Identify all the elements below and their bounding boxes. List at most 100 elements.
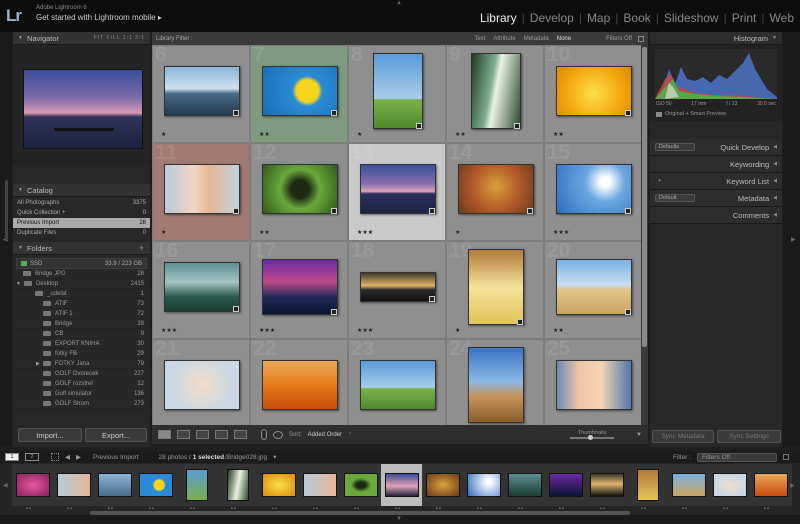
sort-direction-icon[interactable] — [273, 430, 283, 439]
section-preset-select[interactable]: Defaults — [655, 143, 695, 151]
edited-badge-icon[interactable] — [527, 208, 533, 214]
photo-thumbnail[interactable] — [556, 259, 632, 315]
bottom-panel-toggle-icon[interactable]: ▼ — [396, 516, 402, 522]
section-preset-select[interactable]: Default — [655, 194, 695, 202]
module-develop[interactable]: Develop — [530, 11, 574, 25]
lock-icon[interactable] — [638, 35, 644, 42]
star-rating[interactable]: ★ — [161, 229, 166, 236]
filter-status[interactable]: Filters Off — [606, 36, 632, 42]
folder-item[interactable]: Bridge 28 — [13, 319, 150, 329]
filmstrip-thumbnail[interactable]: • • — [340, 464, 382, 512]
filmstrip-right-arrow-icon[interactable]: ▶ — [790, 482, 795, 489]
edited-badge-icon[interactable] — [625, 110, 631, 116]
folder-item[interactable]: GOLF rozstrel 12 — [13, 379, 150, 389]
section-comments[interactable]: Comments ◀ — [650, 207, 782, 224]
module-book[interactable]: Book — [623, 11, 650, 25]
edited-badge-icon[interactable] — [331, 110, 337, 116]
grid-cell[interactable]: 21 — [152, 339, 250, 437]
preview-status[interactable]: Original + Smart Preview — [656, 111, 726, 117]
filmstrip-thumbnail[interactable]: • • — [381, 464, 423, 512]
module-map[interactable]: Map — [587, 11, 610, 25]
right-panel-toggle-icon[interactable]: ▶ — [791, 236, 796, 243]
grid-cell[interactable]: 17 ★★★ — [250, 241, 348, 339]
folder-item[interactable]: ▶ FOTKY Jana 79 — [13, 359, 150, 369]
filmstrip-thumbnail[interactable]: • • — [627, 464, 669, 512]
edited-badge-icon[interactable] — [429, 296, 435, 302]
folder-item[interactable]: EXPORT KNIHA 30 — [13, 339, 150, 349]
star-rating[interactable]: ★★★ — [259, 327, 275, 334]
edited-badge-icon[interactable] — [233, 110, 239, 116]
folder-item[interactable]: _udelat 1 — [13, 289, 150, 299]
photo-thumbnail[interactable] — [471, 53, 521, 129]
people-view-icon[interactable] — [234, 430, 247, 439]
spray-can-icon[interactable] — [261, 429, 267, 440]
photo-thumbnail[interactable] — [262, 360, 338, 410]
photo-thumbnail[interactable] — [360, 272, 436, 302]
filmstrip-thumbnail[interactable]: • • — [504, 464, 546, 512]
export-button[interactable]: Export... — [85, 428, 147, 442]
loupe-view-icon[interactable] — [177, 430, 190, 439]
filmstrip-thumbnail[interactable]: • • — [586, 464, 628, 512]
star-rating[interactable]: ★ — [455, 327, 460, 334]
sync-settings-button[interactable]: Sync Settings — [717, 430, 781, 443]
filmstrip-left-arrow-icon[interactable]: ◀ — [3, 482, 8, 489]
filmstrip-thumbnail[interactable]: • • — [709, 464, 751, 512]
edited-badge-icon[interactable] — [514, 123, 520, 129]
catalog-item[interactable]: Duplicate Files 0 — [13, 228, 150, 238]
photo-thumbnail[interactable] — [164, 164, 240, 214]
navigator-zoom-options[interactable]: FIT FILL 1:1 3:1 — [94, 35, 145, 41]
grid-cell[interactable]: 11 ★ — [152, 143, 250, 241]
module-slideshow[interactable]: Slideshow — [664, 11, 719, 25]
grid-cell[interactable]: 23 — [348, 339, 446, 437]
catalog-item[interactable]: Quick Collection + 0 — [13, 208, 150, 218]
folders-header[interactable]: ▼ Folders + — [13, 242, 150, 255]
folder-item[interactable]: Bridge JPG 28 — [13, 269, 150, 279]
filter-tab-metadata[interactable]: Metadata — [524, 36, 549, 42]
folder-item[interactable]: ATIF 73 — [13, 299, 150, 309]
filmstrip-thumbnail[interactable]: • • — [545, 464, 587, 512]
grid-cell[interactable]: 18 ★★★ — [348, 241, 446, 339]
grid-view-icon[interactable] — [158, 430, 171, 439]
star-rating[interactable]: ★ — [161, 131, 166, 138]
photo-thumbnail[interactable] — [360, 164, 436, 214]
grid-cell[interactable]: 16 ★★★ — [152, 241, 250, 339]
filmstrip-thumbnail[interactable]: • • — [750, 464, 792, 512]
section-quick-develop[interactable]: Defaults Quick Develop ◀ — [650, 139, 782, 156]
edited-badge-icon[interactable] — [331, 309, 337, 315]
grid-cell[interactable]: 13 ★★★ — [348, 143, 446, 241]
star-rating[interactable]: ★ — [455, 229, 460, 236]
grid-cell[interactable]: 24 — [446, 339, 544, 437]
filmstrip-thumbnail[interactable]: • • — [463, 464, 505, 512]
grid-cell[interactable]: 6 ★ — [152, 45, 250, 143]
photo-thumbnail[interactable] — [262, 164, 338, 214]
catalog-item[interactable]: Previous Import 28 — [13, 218, 150, 228]
grid-cell[interactable]: 15 ★★★ — [544, 143, 641, 241]
photo-thumbnail[interactable] — [468, 249, 524, 325]
edited-badge-icon[interactable] — [625, 309, 631, 315]
import-button[interactable]: Import... — [18, 428, 82, 442]
add-folder-button[interactable]: + — [139, 243, 145, 253]
catalog-header[interactable]: ▼ Catalog — [13, 184, 150, 197]
grid-toggle-icon[interactable] — [51, 453, 59, 461]
filmstrip-thumbnail[interactable]: • • — [94, 464, 136, 512]
page-2-button[interactable]: 2 — [25, 453, 39, 461]
edited-badge-icon[interactable] — [429, 208, 435, 214]
grid-cell[interactable]: 20 ★★ — [544, 241, 641, 339]
edited-badge-icon[interactable] — [331, 208, 337, 214]
folder-item[interactable]: CB 9 — [13, 329, 150, 339]
histogram-graph[interactable] — [655, 49, 777, 99]
photo-thumbnail[interactable] — [556, 360, 632, 410]
grid-cell[interactable]: 7 ★★ — [250, 45, 348, 143]
file-chevron-icon[interactable]: ▾ — [273, 453, 276, 461]
slider-thumb[interactable] — [588, 435, 594, 440]
folder-item[interactable]: fotky FB 29 — [13, 349, 150, 359]
photo-thumbnail[interactable] — [468, 347, 524, 423]
grid-cell[interactable]: 19 ★ — [446, 241, 544, 339]
forward-arrow-icon[interactable]: ▶ — [76, 453, 81, 461]
filter-tab-text[interactable]: Text — [474, 36, 485, 42]
edited-badge-icon[interactable] — [416, 123, 422, 129]
sync-metadata-button[interactable]: Sync Metadata — [652, 430, 714, 443]
navigator-preview[interactable] — [13, 45, 150, 165]
disclosure-icon[interactable]: ▼ — [16, 281, 21, 287]
folder-item[interactable]: GOLF Strom 273 — [13, 399, 150, 409]
